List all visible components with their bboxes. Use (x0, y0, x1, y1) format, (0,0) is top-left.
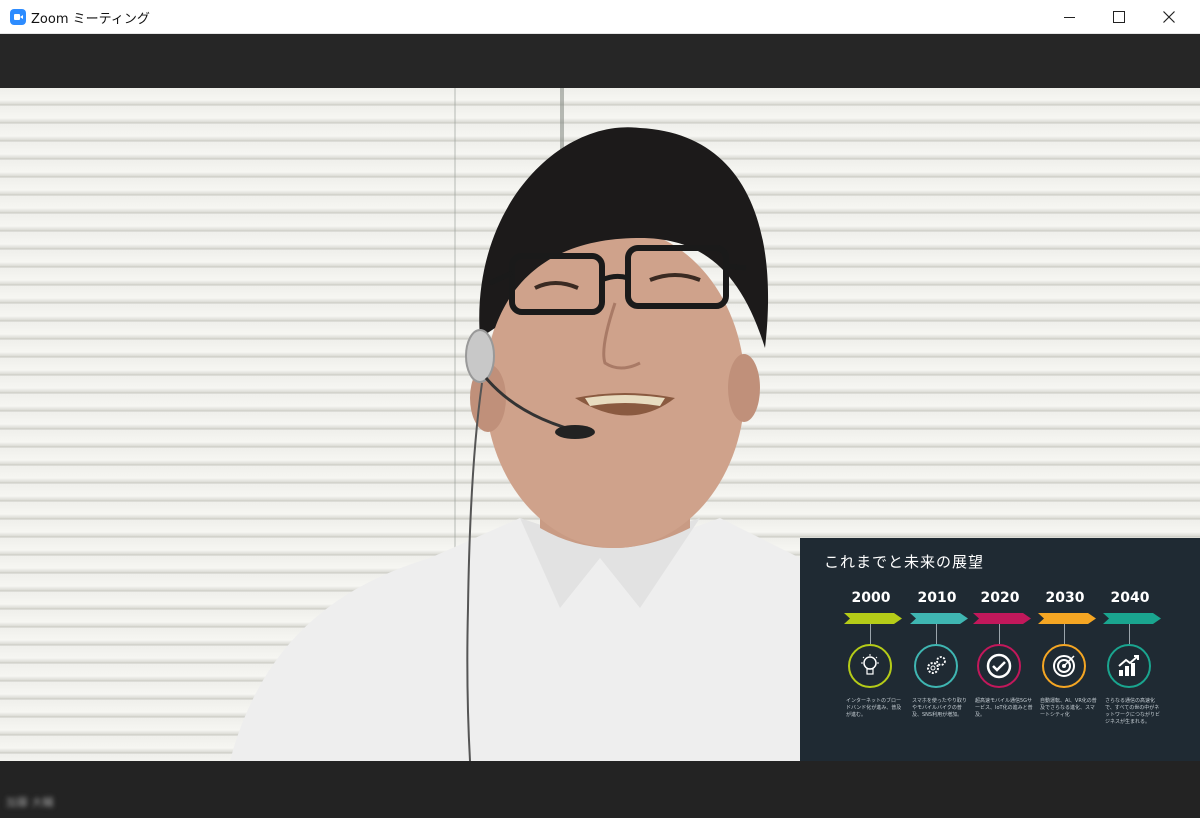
window-title-bar: Zoom ミーティング (0, 0, 1200, 34)
timeline-arrow (844, 613, 902, 624)
meeting-top-bar (0, 34, 1200, 88)
timeline-arrow (973, 613, 1031, 624)
zoom-camera-icon (10, 9, 26, 25)
milestone-year: 2030 (1045, 590, 1085, 606)
milestone-description: スマホを使ったやり取りやモバイルバイクの普及、SNS利用が増加。 (912, 698, 967, 718)
meeting-bottom-bar: 加藤 大輔 (0, 761, 1200, 818)
timeline-stem (870, 624, 871, 644)
window-title: Zoom ミーティング (31, 12, 150, 27)
maximize-icon (1113, 11, 1125, 23)
milestone-year: 2010 (917, 590, 957, 606)
slide-title: これまでと未来の展望 (824, 553, 985, 571)
shared-slide[interactable]: これまでと未来の展望 2000 インターネットのブロードバンド化が進み、普及が進… (800, 538, 1200, 761)
timeline-arrow (1103, 613, 1161, 624)
target-icon (1042, 644, 1086, 688)
milestone-year: 2040 (1110, 590, 1150, 606)
milestone-year: 2020 (980, 590, 1020, 606)
timeline-stem (936, 624, 937, 644)
participant-name-label: 加藤 大輔 (6, 796, 54, 809)
minimize-button[interactable] (1046, 0, 1092, 34)
timeline-arrow (910, 613, 968, 624)
milestone-year: 2000 (851, 590, 891, 606)
close-button[interactable] (1146, 0, 1192, 34)
timeline-stem (999, 624, 1000, 644)
timeline-stem (1064, 624, 1065, 644)
lightbulb-icon (848, 644, 892, 688)
maximize-button[interactable] (1096, 0, 1142, 34)
close-icon (1163, 11, 1175, 23)
milestone-description: 超高速モバイル通信5Gサービス、IoT化の進みと普及。 (975, 698, 1033, 718)
gears-icon (914, 644, 958, 688)
timeline-stem (1129, 624, 1130, 644)
minimize-icon (1063, 16, 1075, 18)
checkmark-icon (977, 644, 1021, 688)
timeline-arrow (1038, 613, 1096, 624)
milestone-description: 自動運転、AI、VR化の普及でさらなる進化、スマートシティ化 (1040, 698, 1097, 718)
milestone-description: さらなる通信の高速化で、すべての世の中がネットワークにつながりビジネスが生まれる… (1105, 698, 1161, 725)
growth-chart-icon (1107, 644, 1151, 688)
milestone-description: インターネットのブロードバンド化が進み、普及が進む。 (846, 698, 902, 718)
